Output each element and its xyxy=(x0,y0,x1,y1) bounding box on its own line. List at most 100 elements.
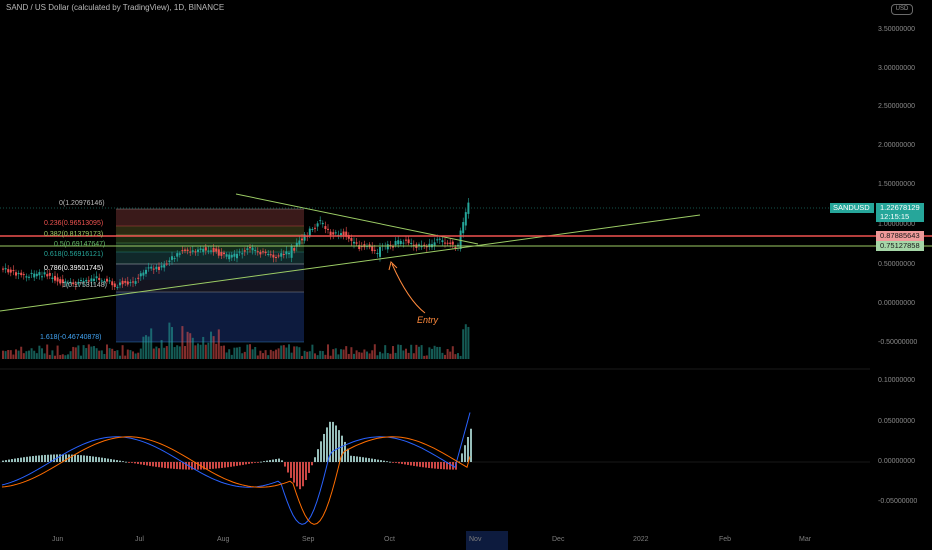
volume-bar xyxy=(139,348,142,359)
macd-histogram-bar xyxy=(215,462,217,469)
macd-histogram-bar xyxy=(218,462,220,469)
volume-bar xyxy=(402,350,405,359)
volume-bar xyxy=(56,345,59,359)
volume-bar xyxy=(150,328,153,359)
volume-bar xyxy=(394,352,397,359)
macd-histogram-bar xyxy=(98,457,100,462)
macd-histogram-bar xyxy=(254,462,256,463)
volume-bar xyxy=(87,344,90,359)
candle-body xyxy=(376,253,379,255)
candle-body xyxy=(454,247,457,249)
fib-label: 0.5(0.69147647) xyxy=(54,241,106,248)
fib-label: 0.618(0.56916121) xyxy=(44,251,104,258)
volume-bar xyxy=(431,348,433,359)
volume-bar xyxy=(449,351,452,359)
candle-body xyxy=(288,252,290,255)
volume-bar xyxy=(290,352,293,359)
volume-bar xyxy=(191,337,194,359)
candle-body xyxy=(386,244,389,250)
macd-histogram-bar xyxy=(326,427,328,462)
candle-body xyxy=(119,282,121,286)
candle-body xyxy=(145,269,147,274)
volume-bar xyxy=(288,344,290,359)
chart-canvas[interactable] xyxy=(0,0,932,550)
volume-bar xyxy=(340,349,342,359)
candle-body xyxy=(220,251,223,256)
volume-bar xyxy=(311,344,314,359)
volume-bar xyxy=(438,346,441,359)
macd-histogram-bar xyxy=(29,456,31,462)
volume-bar xyxy=(90,346,93,359)
candle-body xyxy=(59,279,62,284)
macd-histogram-bar xyxy=(17,458,19,462)
volume-bar xyxy=(72,346,75,359)
candle-body xyxy=(46,274,49,277)
volume-bar xyxy=(204,344,207,359)
macd-histogram-bar xyxy=(425,462,427,468)
volume-bar xyxy=(189,333,192,359)
volume-bar xyxy=(217,329,220,359)
candle-body xyxy=(280,253,283,257)
macd-histogram-bar xyxy=(53,454,55,462)
candle-body xyxy=(33,273,36,278)
candle-body xyxy=(4,268,7,270)
macd-histogram-bar xyxy=(140,462,142,465)
volume-bar xyxy=(197,343,199,359)
volume-bar xyxy=(194,345,197,359)
macd-histogram-bar xyxy=(131,462,133,463)
candle-body xyxy=(267,254,270,256)
macd-histogram-bar xyxy=(362,457,364,462)
macd-histogram-bar xyxy=(143,462,145,465)
candle-body xyxy=(173,258,176,260)
price-axis-label: 0.50000000 xyxy=(878,261,915,268)
macd-histogram-bar xyxy=(176,462,178,470)
volume-bar xyxy=(142,336,145,359)
candle-body xyxy=(139,273,142,277)
macd-histogram-bar xyxy=(419,462,421,467)
macd-histogram-bar xyxy=(101,457,103,462)
candle-body xyxy=(15,272,17,276)
volume-bar xyxy=(280,345,283,359)
candle-body xyxy=(142,272,145,276)
macd-histogram-bar xyxy=(119,460,121,462)
time-axis-label: 2022 xyxy=(633,536,649,543)
volume-bar xyxy=(462,329,465,359)
macd-histogram-bar xyxy=(359,456,361,462)
symbol-tag: SANDUSD xyxy=(830,203,874,213)
candle-body xyxy=(48,273,51,276)
candle-body xyxy=(301,238,303,241)
macd-histogram-bar xyxy=(248,462,250,464)
volume-bar xyxy=(155,346,158,359)
macd-histogram-bar xyxy=(167,462,169,469)
macd-histogram-bar xyxy=(464,445,466,462)
macd-histogram-bar xyxy=(416,462,418,467)
candle-body xyxy=(150,266,153,269)
fib-zone xyxy=(116,226,304,235)
candle-body xyxy=(311,228,314,230)
macd-histogram-bar xyxy=(404,462,406,465)
macd-histogram-bar xyxy=(335,425,337,462)
candle-body xyxy=(95,276,98,279)
volume-bar xyxy=(251,349,254,359)
macd-histogram-bar xyxy=(461,453,463,462)
candle-body xyxy=(35,273,38,277)
fib-label: 1.618(-0.46740878) xyxy=(40,334,102,341)
macd-histogram-bar xyxy=(365,457,367,462)
candle-body xyxy=(264,251,267,254)
macd-histogram-bar xyxy=(179,462,181,470)
volume-bar xyxy=(145,335,147,359)
volume-bar xyxy=(74,347,77,359)
macd-histogram-bar xyxy=(347,448,349,462)
volume-bar xyxy=(28,350,30,359)
volume-bar xyxy=(25,351,28,359)
volume-bar xyxy=(373,344,376,359)
macd-histogram-bar xyxy=(170,462,172,469)
volume-bar xyxy=(308,351,311,359)
candle-body xyxy=(410,242,413,244)
macd-histogram-bar xyxy=(173,462,175,469)
price-axis-label: 2.00000000 xyxy=(878,142,915,149)
volume-bar xyxy=(306,351,309,359)
candle-body xyxy=(451,241,454,245)
candle-body xyxy=(342,231,345,236)
volume-bar xyxy=(259,350,262,359)
